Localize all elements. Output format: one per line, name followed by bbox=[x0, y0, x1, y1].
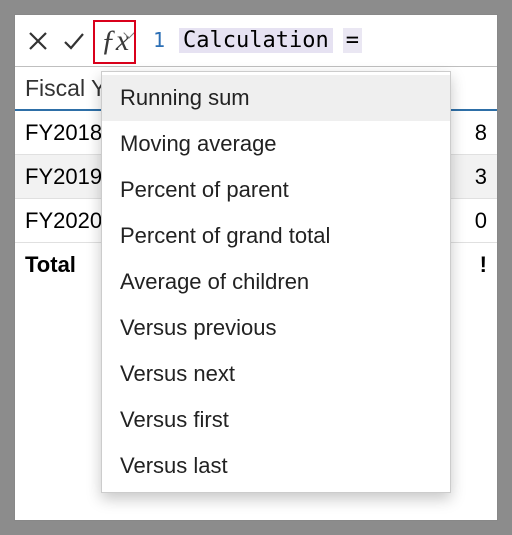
formula-token: Calculation bbox=[179, 28, 333, 53]
menu-item-running-sum[interactable]: Running sum bbox=[102, 75, 450, 121]
menu-item-versus-next[interactable]: Versus next bbox=[102, 351, 450, 397]
menu-item-average-of-children[interactable]: Average of children bbox=[102, 259, 450, 305]
fx-dropdown-button[interactable]: ƒx bbox=[93, 20, 137, 62]
menu-item-moving-average[interactable]: Moving average bbox=[102, 121, 450, 167]
cell-value: 3 bbox=[459, 164, 487, 190]
formula-equals: = bbox=[343, 28, 362, 53]
cell-value: 8 bbox=[459, 120, 487, 146]
fx-dropdown-menu: Running sum Moving average Percent of pa… bbox=[101, 71, 451, 493]
menu-item-percent-of-parent[interactable]: Percent of parent bbox=[102, 167, 450, 213]
close-icon bbox=[26, 29, 50, 53]
cancel-button[interactable] bbox=[21, 20, 55, 62]
formula-line-number: 1 bbox=[153, 28, 165, 52]
formula-bar: ƒx 1 Calculation = bbox=[15, 15, 497, 67]
menu-item-percent-of-grand-total[interactable]: Percent of grand total bbox=[102, 213, 450, 259]
formula-input[interactable]: 1 Calculation = bbox=[153, 28, 362, 53]
app-panel: ƒx 1 Calculation = Fiscal Ye… FY2018 8 F… bbox=[14, 14, 498, 521]
menu-item-versus-previous[interactable]: Versus previous bbox=[102, 305, 450, 351]
menu-item-versus-last[interactable]: Versus last bbox=[102, 443, 450, 489]
cell-value: 0 bbox=[459, 208, 487, 234]
menu-item-versus-first[interactable]: Versus first bbox=[102, 397, 450, 443]
accept-button[interactable] bbox=[57, 20, 91, 62]
total-value: ! bbox=[459, 252, 487, 278]
formula-actions: ƒx bbox=[21, 20, 137, 62]
check-icon bbox=[62, 29, 86, 53]
